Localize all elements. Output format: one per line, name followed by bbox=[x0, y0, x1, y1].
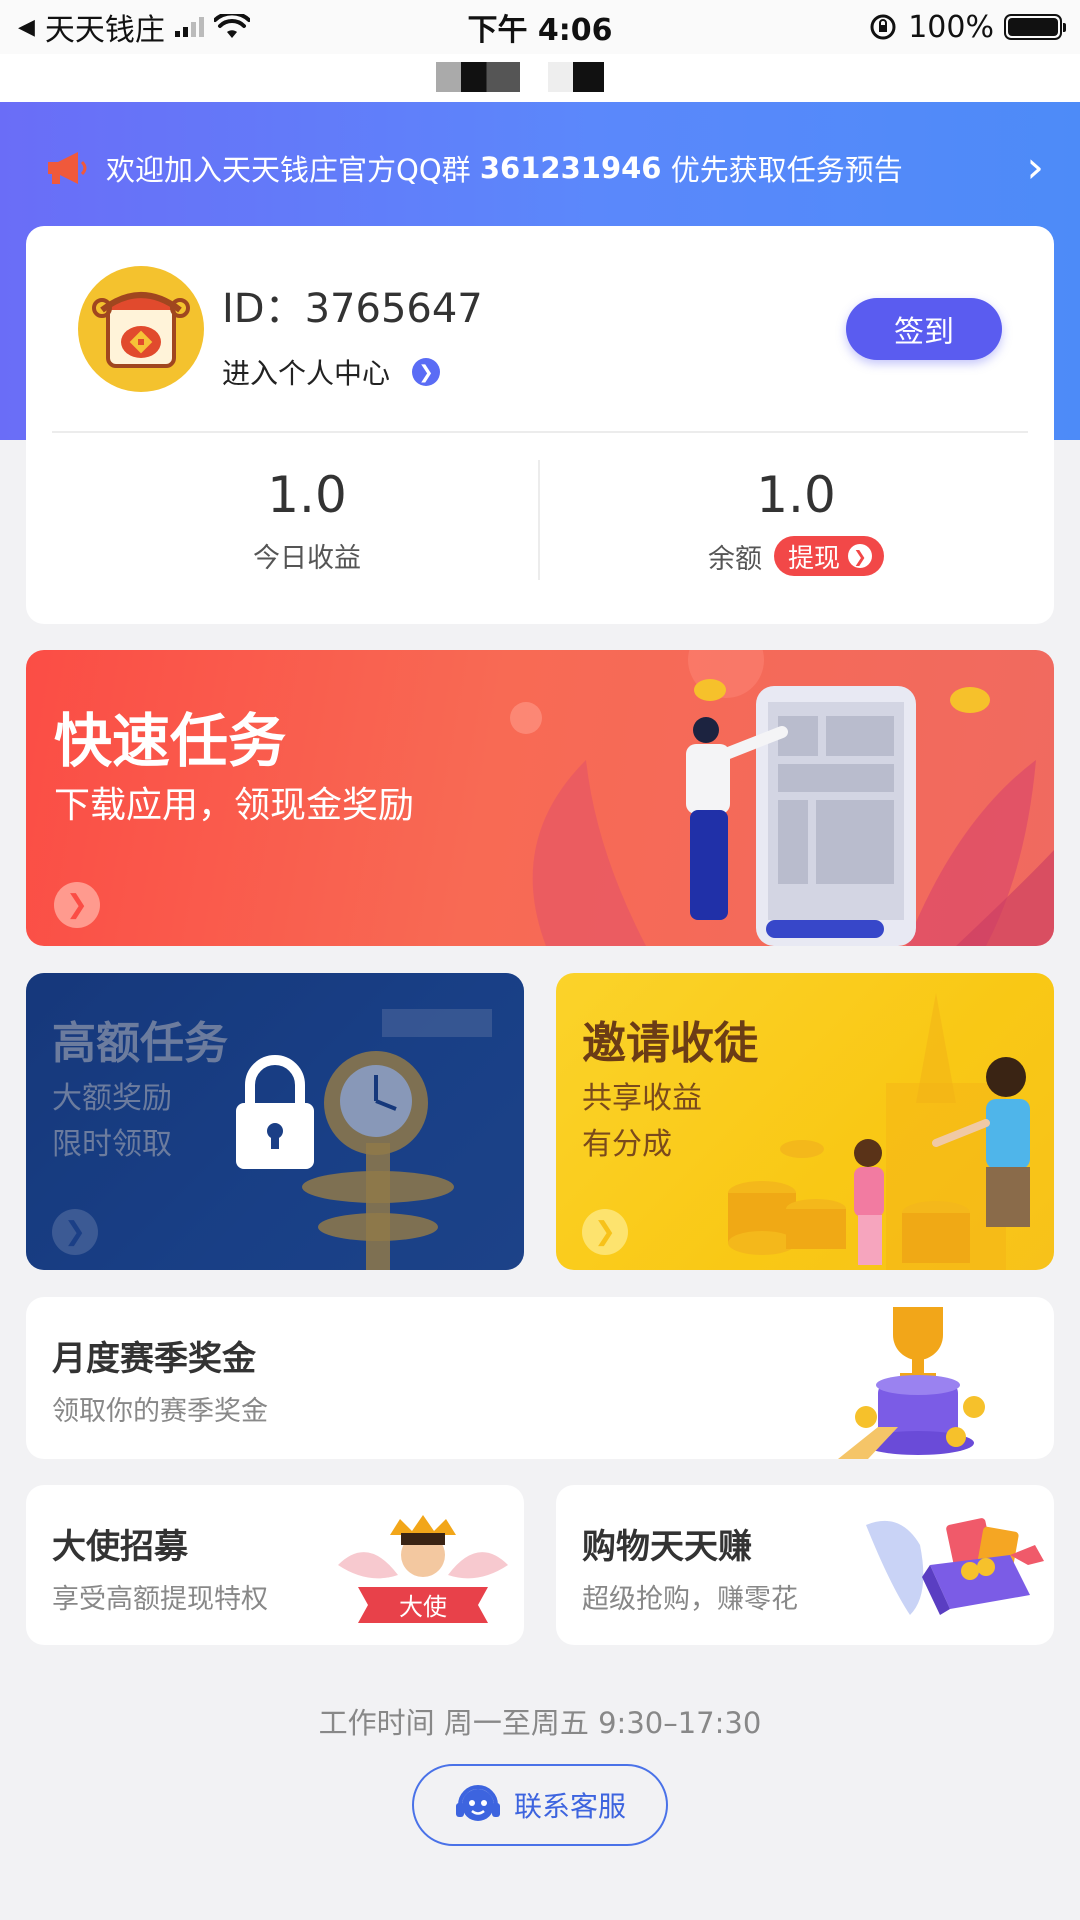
battery-icon bbox=[1004, 14, 1066, 40]
chevron-right-icon[interactable]: ❯ bbox=[52, 1209, 98, 1255]
quick-task-subtitle: 下载应用，领现金奖励 bbox=[54, 785, 415, 826]
withdraw-button[interactable]: 提现 ❯ bbox=[773, 536, 884, 576]
avatar[interactable] bbox=[78, 266, 204, 392]
invite-banner[interactable]: 邀请收徒 共享收益 有分成 ❯ bbox=[556, 973, 1054, 1270]
season-title: 月度赛季奖金 bbox=[52, 1339, 256, 1379]
customer-service-icon bbox=[455, 1785, 500, 1821]
ambassador-subtitle: 享受高额提现特权 bbox=[52, 1584, 268, 1615]
invite-line1: 共享收益 bbox=[582, 1081, 702, 1116]
user-id: ID：3765647 bbox=[222, 276, 483, 334]
qq-group-notice[interactable]: 欢迎加入天天钱庄官方QQ群 361231946 优先获取任务预告 › bbox=[44, 138, 1044, 198]
big-task-title: 高额任务 bbox=[52, 1018, 228, 1069]
today-income-stat: 1.0 今日收益 bbox=[107, 466, 507, 575]
invite-title: 邀请收徒 bbox=[582, 1018, 758, 1069]
redacted-mark bbox=[436, 62, 520, 92]
monthly-season-bonus-card[interactable]: 月度赛季奖金 领取你的赛季奖金 bbox=[26, 1297, 1054, 1459]
back-arrow-icon[interactable]: ◀ bbox=[18, 15, 35, 40]
balance-value: 1.0 bbox=[756, 466, 836, 524]
ambassador-badge-icon: 大使 bbox=[338, 1515, 508, 1623]
back-app-name[interactable]: 天天钱庄 bbox=[45, 5, 165, 49]
big-task-line1: 大额奖励 bbox=[52, 1081, 172, 1116]
wifi-icon bbox=[213, 14, 250, 38]
battery-percent: 100% bbox=[908, 9, 994, 45]
today-income-value: 1.0 bbox=[267, 466, 347, 524]
trophy-icon bbox=[838, 1307, 985, 1459]
divider bbox=[538, 460, 540, 580]
chevron-right-icon[interactable]: › bbox=[1026, 146, 1044, 190]
balance-label: 余额 bbox=[707, 543, 762, 575]
signin-button[interactable]: 签到 bbox=[846, 298, 1002, 360]
notice-text-prefix: 欢迎加入天天钱庄官方QQ群 bbox=[106, 153, 480, 187]
user-id-value: 3765647 bbox=[304, 286, 483, 332]
rotation-lock-icon bbox=[870, 14, 896, 40]
chevron-right-icon: ❯ bbox=[412, 358, 441, 386]
today-income-label: 今日收益 bbox=[253, 543, 361, 574]
nav-strip bbox=[0, 54, 1080, 102]
balance-stat: 1.0 余额 提现 ❯ bbox=[596, 466, 996, 576]
big-task-banner[interactable]: 高额任务 大额奖励 限时领取 ❯ bbox=[26, 973, 524, 1270]
status-bar: ◀ 天天钱庄 下午 4:06 100% bbox=[0, 0, 1080, 54]
shopping-subtitle: 超级抢购，赚零花 bbox=[582, 1584, 798, 1615]
notice-group-number: 361231946 bbox=[479, 151, 662, 185]
contact-service-button[interactable]: 联系客服 bbox=[412, 1764, 668, 1846]
chevron-right-icon[interactable]: ❯ bbox=[582, 1209, 628, 1255]
chevron-right-icon: ❯ bbox=[848, 544, 872, 568]
divider bbox=[52, 431, 1028, 433]
shopping-earn-card[interactable]: 购物天天赚 超级抢购，赚零花 bbox=[556, 1485, 1054, 1645]
megaphone-icon bbox=[48, 152, 87, 184]
money-shop-avatar-icon bbox=[92, 292, 190, 368]
season-subtitle: 领取你的赛季奖金 bbox=[52, 1396, 268, 1427]
contact-service-label: 联系客服 bbox=[513, 1790, 626, 1823]
redacted-mark bbox=[548, 62, 604, 92]
enter-personal-center-label: 进入个人中心 bbox=[222, 357, 391, 390]
work-time-text: 工作时间 周一至周五 9:30–17:30 bbox=[318, 1706, 762, 1740]
enter-personal-center-link[interactable]: 进入个人中心 ❯ bbox=[222, 352, 441, 392]
chevron-right-icon[interactable]: ❯ bbox=[54, 882, 100, 928]
withdraw-label: 提现 bbox=[787, 543, 840, 574]
shopping-title: 购物天天赚 bbox=[582, 1527, 752, 1567]
user-id-label: ID： bbox=[222, 286, 305, 332]
ambassador-badge-text: 大使 bbox=[399, 1593, 447, 1621]
cellular-signal-icon bbox=[174, 17, 204, 37]
user-card: ID：3765647 进入个人中心 ❯ 签到 1.0 今日收益 1.0 余额 提… bbox=[26, 226, 1054, 624]
invite-line2: 有分成 bbox=[582, 1127, 672, 1162]
quick-task-banner[interactable]: 快速任务 下载应用，领现金奖励 ❯ bbox=[26, 650, 1054, 946]
ambassador-recruit-card[interactable]: 大使招募 享受高额提现特权 大使 bbox=[26, 1485, 524, 1645]
big-task-line2: 限时领取 bbox=[52, 1127, 172, 1162]
notice-text-suffix: 优先获取任务预告 bbox=[661, 153, 903, 187]
quick-task-title: 快速任务 bbox=[54, 707, 287, 775]
gift-box-icon bbox=[866, 1518, 1044, 1615]
ambassador-title: 大使招募 bbox=[52, 1527, 188, 1567]
